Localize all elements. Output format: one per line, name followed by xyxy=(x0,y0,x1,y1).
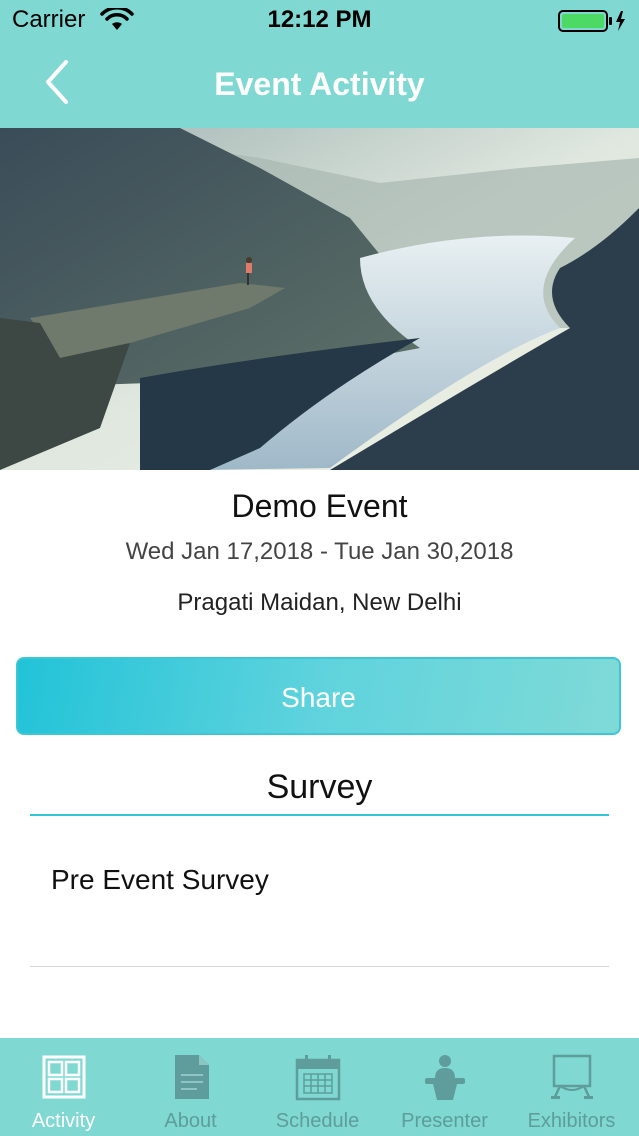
tab-schedule[interactable]: Schedule xyxy=(254,1038,381,1136)
podium-icon xyxy=(421,1052,469,1102)
booth-icon xyxy=(548,1052,596,1102)
calendar-icon xyxy=(294,1052,342,1102)
tab-label-exhibitors: Exhibitors xyxy=(527,1110,616,1132)
survey-heading: Survey xyxy=(266,768,373,806)
tab-presenter[interactable]: Presenter xyxy=(381,1038,508,1136)
divider xyxy=(30,966,609,967)
tab-about[interactable]: About xyxy=(127,1038,254,1136)
event-banner-image xyxy=(0,128,639,470)
battery-icon xyxy=(558,9,630,33)
tab-bar: Activity About Schedule Presenter Exhibi… xyxy=(0,1038,639,1136)
survey-list-item[interactable]: Pre Event Survey xyxy=(30,830,609,966)
status-bar: Carrier 12:12 PM xyxy=(0,0,639,40)
chevron-left-icon xyxy=(30,60,90,118)
share-button[interactable]: Share xyxy=(16,657,621,735)
tab-label-schedule: Schedule xyxy=(275,1110,360,1132)
event-dates: Wed Jan 17,2018 - Tue Jan 30,2018 xyxy=(125,538,514,565)
event-name: Demo Event xyxy=(231,488,408,524)
event-venue: Pragati Maidan, New Delhi xyxy=(177,589,462,616)
survey-item-label: Pre Event Survey xyxy=(51,864,269,895)
page-title: Event Activity xyxy=(214,66,425,102)
grid-icon xyxy=(40,1052,88,1102)
document-icon xyxy=(167,1052,215,1102)
nav-bar: Event Activity xyxy=(0,40,639,128)
survey-heading-underline xyxy=(30,814,609,816)
tab-label-presenter: Presenter xyxy=(401,1110,488,1132)
tab-label-about: About xyxy=(164,1110,217,1132)
tab-activity[interactable]: Activity xyxy=(0,1038,127,1136)
header: Carrier 12:12 PM Event Activity xyxy=(0,0,639,128)
event-activity-screen: Carrier 12:12 PM Event Activity Demo Eve… xyxy=(0,0,639,1136)
status-time: 12:12 PM xyxy=(267,6,372,33)
tab-exhibitors[interactable]: Exhibitors xyxy=(508,1038,635,1136)
tab-label-activity: Activity xyxy=(31,1110,96,1132)
